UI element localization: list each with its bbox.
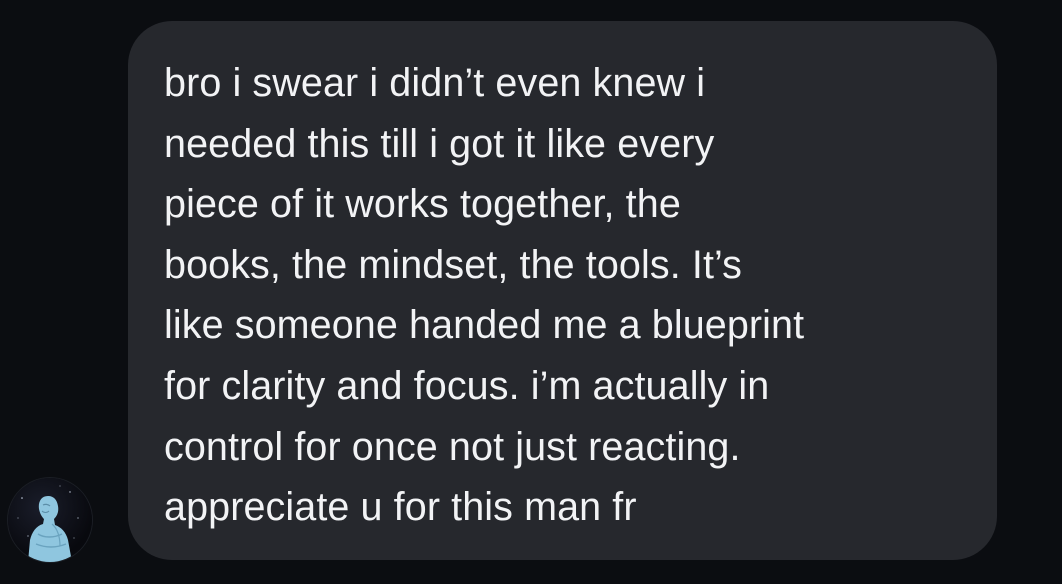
statue-figure-avatar-icon bbox=[17, 485, 79, 562]
message-text: bro i swear i didn’t even knew i needed … bbox=[164, 61, 805, 530]
sender-avatar[interactable] bbox=[8, 478, 92, 562]
message-bubble[interactable]: bro i swear i didn’t even knew i needed … bbox=[128, 21, 997, 560]
chat-conversation: bro i swear i didn’t even knew i needed … bbox=[0, 0, 1062, 584]
